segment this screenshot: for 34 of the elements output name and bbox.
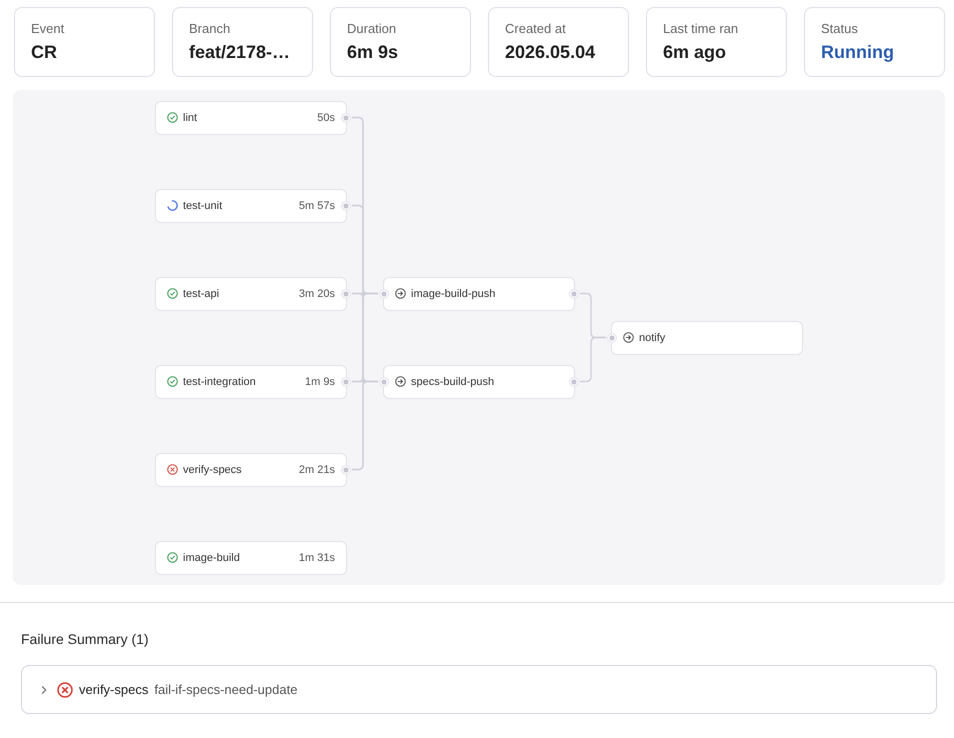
job-duration: 1m 9s	[305, 376, 335, 388]
card-label: Created at	[505, 21, 566, 37]
card-value: CR	[31, 41, 57, 63]
job-duration: 3m 20s	[298, 288, 335, 300]
x-circle-icon	[57, 682, 73, 698]
failed-step-name: fail-if-specs-need-update	[154, 682, 298, 697]
job-duration: 5m 57s	[298, 200, 335, 212]
connector-line	[580, 336, 606, 382]
section-title: Failure Summary (1)	[21, 631, 149, 648]
job-name: notify	[639, 332, 666, 344]
job-name: specs-build-push	[411, 376, 494, 388]
card-label: Last time ran	[663, 21, 738, 37]
card-label: Duration	[347, 21, 396, 37]
job-name: test-integration	[183, 376, 256, 388]
job-node[interactable]: image-build 1m 31s	[155, 540, 347, 574]
job-duration: 50s	[317, 112, 335, 124]
card-value: 6m ago	[663, 41, 726, 63]
failed-job-name: verify-specs	[79, 682, 148, 697]
status-value: Running	[821, 41, 894, 63]
job-name: verify-specs	[183, 464, 242, 476]
job-duration: 1m 31s	[298, 552, 335, 564]
card-label: Status	[821, 21, 858, 37]
failure-row[interactable]: verify-specs fail-if-specs-need-update	[21, 665, 937, 714]
card-value: 6m 9s	[347, 41, 398, 63]
card-value: feat/2178-…	[189, 41, 290, 63]
job-name: lint	[183, 112, 198, 124]
job-name: test-unit	[183, 200, 222, 212]
card-value: 2026.05.04	[505, 41, 596, 63]
card-label: Event	[31, 21, 64, 37]
job-name: test-api	[183, 288, 220, 300]
job-name: image-build-push	[411, 288, 496, 300]
job-name: image-build	[183, 552, 240, 564]
job-duration: 2m 21s	[298, 464, 335, 476]
card-label: Branch	[189, 21, 230, 37]
